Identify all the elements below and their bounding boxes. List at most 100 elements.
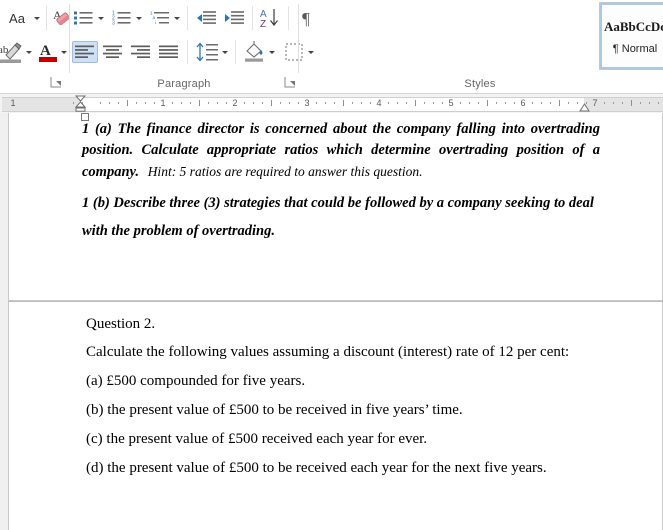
ruler-tick	[343, 100, 344, 106]
paragraph-divider-5	[235, 40, 236, 64]
font-color-button[interactable]: A	[36, 40, 60, 64]
line-spacing-chevron-down-icon[interactable]	[220, 41, 230, 63]
ruler-tick	[361, 102, 362, 104]
ruler-number: 4	[376, 98, 382, 108]
ruler-tick	[127, 100, 128, 106]
align-right-icon	[131, 45, 150, 58]
sort-az-icon: A Z	[260, 9, 278, 29]
question-2-item-a[interactable]: (a) £500 compounded for five years.	[86, 372, 602, 391]
decrease-indent-icon	[197, 11, 216, 24]
question-2-item-b[interactable]: (b) the present value of £500 to be rece…	[86, 401, 602, 420]
ruler-tick	[514, 102, 515, 104]
paint-bucket-icon	[245, 41, 263, 62]
paragraph-dialog-launcher[interactable]	[284, 76, 296, 88]
ruler-tick	[190, 102, 191, 104]
horizontal-ruler[interactable]: 1 1 2 3 4 5 6 7	[0, 94, 663, 114]
ruler-tick	[568, 102, 569, 104]
question-2-item-c[interactable]: (c) the present value of £500 received e…	[86, 430, 602, 449]
ruler-tick	[424, 102, 425, 104]
ruler-tick	[406, 102, 407, 104]
numbering-button[interactable]: 1 2 3	[110, 7, 134, 29]
ruler-tick	[577, 102, 578, 104]
ruler-tick	[370, 102, 371, 104]
line-spacing-icon	[196, 42, 218, 62]
paragraph-divider-4	[187, 40, 188, 64]
style-item-normal[interactable]: AaBbCcDc ¶ Normal	[600, 3, 663, 69]
ruler-tick	[415, 100, 416, 106]
text-highlight-color-button[interactable]: ab	[0, 40, 24, 64]
align-center-button[interactable]	[100, 41, 126, 63]
ruler-tick	[217, 102, 218, 104]
font-color-icon: A	[39, 43, 57, 62]
font-group-divider	[46, 6, 47, 30]
change-case-chevron-down-icon[interactable]	[32, 7, 42, 29]
ruler-tick	[649, 102, 650, 104]
increase-indent-icon	[225, 11, 244, 24]
align-center-icon	[103, 45, 122, 58]
svg-text:3: 3	[112, 21, 115, 26]
increase-indent-button[interactable]	[222, 7, 246, 29]
justify-button[interactable]	[156, 41, 182, 63]
numbering-chevron-down-icon[interactable]	[134, 7, 144, 29]
ruler-tick	[559, 100, 560, 106]
highlight-chevron-down-icon[interactable]	[24, 41, 34, 63]
numbering-icon: 1 2 3	[112, 11, 131, 26]
ruler-number: 1	[10, 98, 16, 108]
ruler-tick	[496, 102, 497, 104]
ribbon-group-font: Aa A ab A	[0, 0, 70, 93]
multilevel-list-button[interactable]: 1 a i	[148, 7, 172, 29]
change-case-button[interactable]: Aa	[2, 7, 32, 29]
align-right-button[interactable]	[128, 41, 154, 63]
right-indent-marker[interactable]	[579, 103, 590, 112]
paragraph-1b[interactable]: 1 (b) Describe three (3) strategies that…	[82, 189, 600, 245]
ruler-tick	[172, 102, 173, 104]
paragraph-1a[interactable]: 1 (a) The finance director is concerned …	[82, 119, 600, 183]
styles-gallery[interactable]: AaBbCcDc ¶ Normal AaBbCcDc ¶ No Spac... …	[599, 2, 663, 70]
paragraph-divider-1	[187, 6, 188, 30]
ruler-tick	[253, 102, 254, 104]
font-dialog-launcher[interactable]	[50, 76, 62, 88]
font-color-chevron-down-icon[interactable]	[59, 41, 69, 63]
document-page-2[interactable]: Question 2. Calculate the following valu…	[8, 302, 663, 530]
ruler-tick	[604, 102, 605, 104]
bullets-chevron-down-icon[interactable]	[96, 7, 106, 29]
document-page-1[interactable]: 1 (a) The finance director is concerned …	[8, 113, 663, 301]
ruler-tick	[622, 102, 623, 104]
ruler-number: 2	[232, 98, 238, 108]
ruler-tick	[325, 102, 326, 104]
ruler-text-area	[80, 97, 584, 112]
ruler-tick	[640, 102, 641, 104]
ruler-tick	[487, 100, 488, 106]
align-left-button[interactable]	[72, 41, 98, 63]
question-2-item-d[interactable]: (d) the present value of £500 to be rece…	[86, 459, 602, 478]
shading-button[interactable]	[241, 39, 267, 65]
ruler-tick	[244, 102, 245, 104]
ruler-tick	[181, 102, 182, 104]
ruler-number: 7	[592, 98, 598, 108]
ruler-tick	[541, 102, 542, 104]
sort-button[interactable]: A Z	[258, 6, 284, 30]
ruler-number: 5	[448, 98, 454, 108]
ruler-tick	[442, 102, 443, 104]
document-canvas[interactable]: 1 (a) The finance director is concerned …	[0, 113, 663, 530]
question-2-heading[interactable]: Question 2.	[86, 315, 662, 334]
paragraph-1a-hint: Hint: 5 ratios are required to answer th…	[147, 164, 423, 179]
line-spacing-button[interactable]	[194, 40, 220, 64]
dialog-launcher-icon	[284, 77, 295, 88]
multilevel-chevron-down-icon[interactable]	[172, 7, 182, 29]
left-indent-marker[interactable]	[75, 95, 86, 112]
justify-icon	[159, 45, 178, 58]
svg-text:Z: Z	[260, 19, 266, 29]
paragraph-divider-2	[252, 6, 253, 30]
ruler-tick	[469, 102, 470, 104]
ruler-tick	[631, 100, 632, 106]
decrease-indent-button[interactable]	[194, 7, 218, 29]
ribbon: Aa A ab A 1 2 3 1 a i A Z ¶ Paragraph Aa…	[0, 0, 663, 94]
bullets-button[interactable]	[72, 7, 96, 29]
ruler-tick	[478, 102, 479, 104]
paragraph-group-label: Paragraph	[157, 78, 211, 90]
ruler-number: 1	[160, 98, 166, 108]
question-2-intro[interactable]: Calculate the following values assuming …	[86, 343, 602, 362]
paragraph-divider-3	[288, 6, 289, 30]
shading-chevron-down-icon[interactable]	[267, 41, 277, 63]
